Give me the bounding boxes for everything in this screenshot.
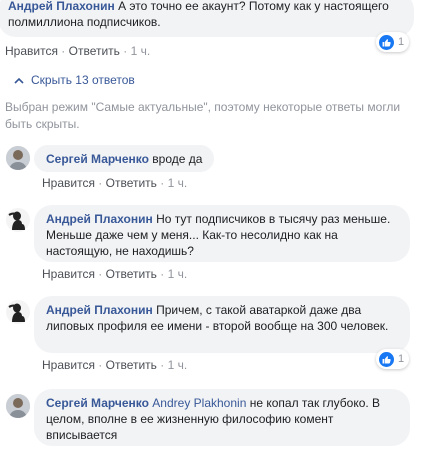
reaction-badge[interactable]: 1	[376, 32, 410, 52]
like-link[interactable]: Нравится	[42, 358, 95, 372]
avatar[interactable]	[6, 300, 30, 324]
reply-link[interactable]: Ответить	[69, 44, 120, 58]
avatar[interactable]	[6, 394, 30, 418]
reaction-count: 1	[398, 353, 405, 365]
reaction-count: 1	[398, 36, 405, 48]
reply-time[interactable]: 1 ч.	[168, 267, 188, 281]
reply-author[interactable]: Андрей Плахонин	[46, 303, 153, 317]
reaction-badge[interactable]: 1	[376, 349, 410, 369]
like-icon	[379, 34, 394, 50]
reply-actions: Нравится · Ответить · 1 ч.	[42, 267, 188, 281]
like-link[interactable]: Нравится	[42, 267, 95, 281]
comment-bubble: Андрей Плахонин А это точно ее акаунт? П…	[0, 0, 414, 37]
reply-link[interactable]: Ответить	[106, 358, 157, 372]
reply-link[interactable]: Ответить	[106, 176, 157, 190]
like-link[interactable]: Нравится	[5, 44, 58, 58]
reply-bubble: Сергей Марченко Andrey Plakhonin не копа…	[34, 389, 410, 446]
avatar[interactable]	[6, 208, 30, 232]
like-icon	[379, 351, 394, 367]
reply-time[interactable]: 1 ч.	[168, 358, 188, 372]
reply-author[interactable]: Сергей Марченко	[46, 396, 149, 410]
reply-time[interactable]: 1 ч.	[168, 176, 188, 190]
hide-replies-label: Скрыть 13 ответов	[31, 73, 135, 87]
comment-actions: Нравится · Ответить · 1 ч.	[5, 44, 151, 58]
reply-link[interactable]: Ответить	[106, 267, 157, 281]
reply-actions: Нравится · Ответить · 1 ч.	[42, 358, 188, 372]
chevron-up-icon	[14, 72, 24, 88]
comment-time[interactable]: 1 ч.	[131, 44, 151, 58]
reply-bubble: Андрей Плахонин Причем, с такой аватарко…	[34, 296, 410, 353]
comment-author[interactable]: Андрей Плахонин	[8, 0, 115, 13]
hide-replies-link[interactable]: Скрыть 13 ответов	[14, 72, 135, 88]
reply-author[interactable]: Сергей Марченко	[46, 152, 149, 166]
mention-link[interactable]: Andrey Plakhonin	[149, 396, 246, 410]
reply-bubble: Сергей Марченко вроде да	[34, 145, 215, 172]
reply-text: вроде да	[148, 152, 203, 166]
filter-notice: Выбран режим "Самые актуальные", поэтому…	[5, 100, 401, 131]
reply-actions: Нравится · Ответить · 1 ч.	[42, 176, 188, 190]
like-link[interactable]: Нравится	[42, 176, 95, 190]
reply-bubble: Андрей Плахонин Но тут подписчиков в тыс…	[34, 205, 410, 262]
reply-author[interactable]: Андрей Плахонин	[46, 212, 153, 226]
avatar[interactable]	[6, 146, 30, 170]
